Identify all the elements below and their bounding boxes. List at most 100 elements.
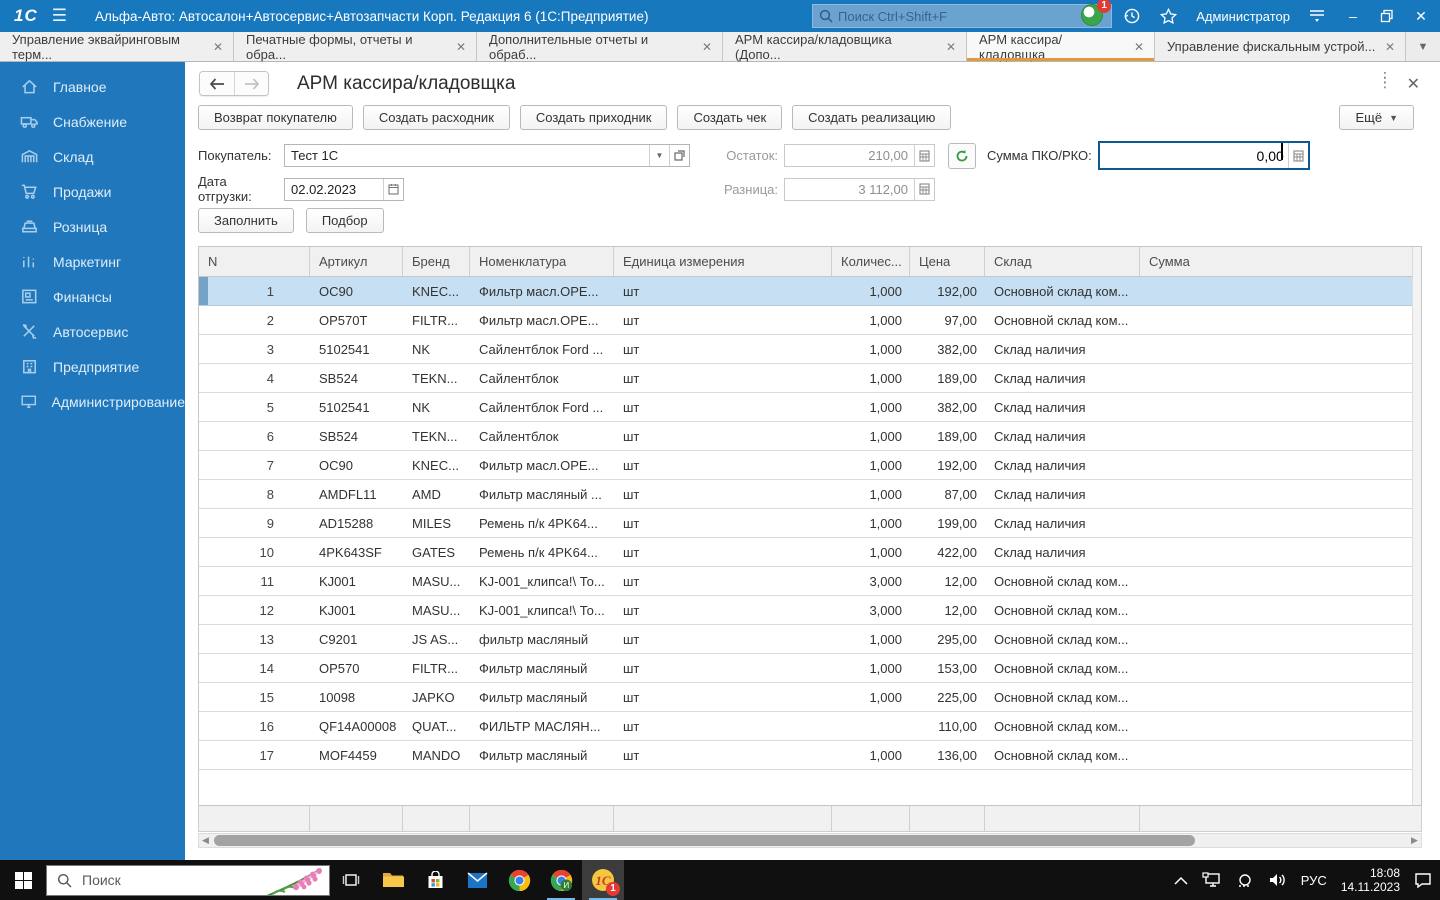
favorites-star-icon[interactable] — [1159, 7, 1178, 26]
table-cell[interactable] — [1140, 306, 1421, 334]
volume-icon[interactable] — [1268, 872, 1287, 888]
table-row[interactable]: 55102541NKСайлентблок Ford ...шт1,000382… — [199, 393, 1421, 422]
table-cell[interactable]: шт — [614, 306, 832, 334]
table-cell[interactable] — [1140, 712, 1421, 740]
table-cell[interactable]: 199,00 — [910, 509, 985, 537]
table-cell[interactable]: 192,00 — [910, 451, 985, 479]
table-cell[interactable] — [1140, 364, 1421, 392]
table-cell[interactable]: Фильтр масляный — [470, 683, 614, 711]
table-cell[interactable]: Сайлентблок Ford ... — [470, 393, 614, 421]
table-cell[interactable]: 87,00 — [910, 480, 985, 508]
table-cell[interactable]: QUAT... — [403, 712, 470, 740]
tab-additional-reports[interactable]: Дополнительные отчеты и обраб...✕ — [477, 32, 723, 61]
table-row[interactable]: 4SB524TEKN...Сайлентблокшт1,000189,00Скл… — [199, 364, 1421, 393]
sidebar-item-retail[interactable]: Розница — [0, 209, 185, 244]
table-cell[interactable]: 15 — [199, 683, 310, 711]
table-cell[interactable]: 382,00 — [910, 335, 985, 363]
table-cell[interactable]: AMD — [403, 480, 470, 508]
table-cell[interactable]: 192,00 — [910, 277, 985, 305]
table-row[interactable]: 6SB524TEKN...Сайлентблокшт1,000189,00Скл… — [199, 422, 1421, 451]
col-header-warehouse[interactable]: Склад — [985, 247, 1140, 276]
tab-close-icon[interactable]: ✕ — [1134, 40, 1144, 54]
task-view-button[interactable] — [330, 860, 372, 900]
table-row[interactable]: 9AD15288MILESРемень п/к 4PK64...шт1,0001… — [199, 509, 1421, 538]
table-cell[interactable]: KJ-001_клипса!\ То... — [470, 596, 614, 624]
table-row[interactable]: 35102541NKСайлентблок Ford ...шт1,000382… — [199, 335, 1421, 364]
table-cell[interactable] — [1140, 654, 1421, 682]
table-cell[interactable]: Склад наличия — [985, 509, 1140, 537]
table-cell[interactable]: шт — [614, 567, 832, 595]
tabs-overflow-icon[interactable]: ▼ — [1406, 32, 1440, 61]
table-cell[interactable]: ФИЛЬТР МАСЛЯН... — [470, 712, 614, 740]
table-cell[interactable]: фильтр масляный — [470, 625, 614, 653]
table-row[interactable]: 104PK643SFGATESРемень п/к 4PK64...шт1,00… — [199, 538, 1421, 567]
table-cell[interactable]: JS AS... — [403, 625, 470, 653]
table-cell[interactable]: шт — [614, 625, 832, 653]
table-cell[interactable]: 110,00 — [910, 712, 985, 740]
chrome-icon[interactable] — [498, 860, 540, 900]
network-icon[interactable] — [1202, 872, 1222, 888]
table-cell[interactable]: KNEC... — [403, 277, 470, 305]
table-cell[interactable]: Основной склад ком... — [985, 306, 1140, 334]
table-cell[interactable]: KNEC... — [403, 451, 470, 479]
table-cell[interactable]: 3,000 — [832, 567, 910, 595]
table-row[interactable]: 14OP570FILTR...Фильтр масляныйшт1,000153… — [199, 654, 1421, 683]
tray-device-icon[interactable] — [1236, 873, 1254, 888]
table-cell[interactable]: 295,00 — [910, 625, 985, 653]
table-cell[interactable]: 1,000 — [832, 393, 910, 421]
table-cell[interactable]: шт — [614, 712, 832, 740]
chrome-profile-icon[interactable]: И — [540, 860, 582, 900]
tab-close-icon[interactable]: ✕ — [456, 40, 466, 54]
col-header-nomenclature[interactable]: Номенклатура — [470, 247, 614, 276]
table-cell[interactable]: SB524 — [310, 364, 403, 392]
table-cell[interactable] — [1140, 625, 1421, 653]
table-cell[interactable]: Основной склад ком... — [985, 625, 1140, 653]
main-menu-icon[interactable]: ☰ — [52, 6, 67, 26]
buyer-open-icon[interactable] — [669, 145, 689, 166]
table-cell[interactable]: 10 — [199, 538, 310, 566]
table-cell[interactable]: Склад наличия — [985, 538, 1140, 566]
table-cell[interactable]: Склад наличия — [985, 393, 1140, 421]
table-row[interactable]: 11KJ001MASU...KJ-001_клипса!\ То...шт3,0… — [199, 567, 1421, 596]
table-cell[interactable] — [1140, 277, 1421, 305]
restore-button[interactable] — [1380, 9, 1394, 23]
sidebar-item-autoservice[interactable]: Автосервис — [0, 314, 185, 349]
table-cell[interactable]: Фильтр масл.OPE... — [470, 277, 614, 305]
start-button[interactable] — [0, 860, 46, 900]
table-cell[interactable]: 1,000 — [832, 364, 910, 392]
table-cell[interactable]: C9201 — [310, 625, 403, 653]
table-cell[interactable]: 136,00 — [910, 741, 985, 769]
col-header-quantity[interactable]: Количес... — [832, 247, 910, 276]
minimize-button[interactable]: – — [1344, 8, 1362, 24]
table-cell[interactable]: TEKN... — [403, 422, 470, 450]
taskbar-search-input[interactable]: Поиск — [46, 865, 330, 896]
table-cell[interactable]: Основной склад ком... — [985, 712, 1140, 740]
tab-fiscal-device[interactable]: Управление фискальным устрой...✕ — [1155, 32, 1406, 61]
file-explorer-icon[interactable] — [372, 860, 414, 900]
table-cell[interactable] — [1140, 335, 1421, 363]
create-realization-button[interactable]: Создать реализацию — [792, 105, 951, 130]
table-cell[interactable]: шт — [614, 277, 832, 305]
table-cell[interactable]: шт — [614, 335, 832, 363]
col-header-articul[interactable]: Артикул — [310, 247, 403, 276]
table-row[interactable]: 13C9201JS AS...фильтр масляныйшт1,000295… — [199, 625, 1421, 654]
tab-arm-cashier[interactable]: АРМ кассира/кладовщка✕ — [967, 32, 1155, 61]
table-cell[interactable] — [1140, 480, 1421, 508]
table-cell[interactable]: Склад наличия — [985, 422, 1140, 450]
table-cell[interactable]: KJ-001_клипса!\ То... — [470, 567, 614, 595]
table-cell[interactable]: KJ001 — [310, 596, 403, 624]
sum-pko-rko-input[interactable]: 0,00 — [1098, 141, 1310, 170]
table-cell[interactable]: OC90 — [310, 277, 403, 305]
table-cell[interactable]: 13 — [199, 625, 310, 653]
table-cell[interactable] — [1140, 567, 1421, 595]
table-cell[interactable] — [1140, 509, 1421, 537]
close-button[interactable]: ✕ — [1412, 8, 1430, 25]
table-row[interactable]: 17MOF4459MANDOФильтр масляныйшт1,000136,… — [199, 741, 1421, 770]
table-cell[interactable]: Сайлентблок Ford ... — [470, 335, 614, 363]
tab-close-icon[interactable]: ✕ — [1385, 40, 1395, 54]
tab-arm-cashier-dop[interactable]: АРМ кассира/кладовщика (Допо...✕ — [723, 32, 967, 61]
onec-app-icon[interactable]: 1С 1 — [582, 860, 624, 900]
table-cell[interactable] — [832, 712, 910, 740]
ship-date-input[interactable]: 02.02.2023 — [284, 178, 404, 201]
table-cell[interactable]: шт — [614, 596, 832, 624]
